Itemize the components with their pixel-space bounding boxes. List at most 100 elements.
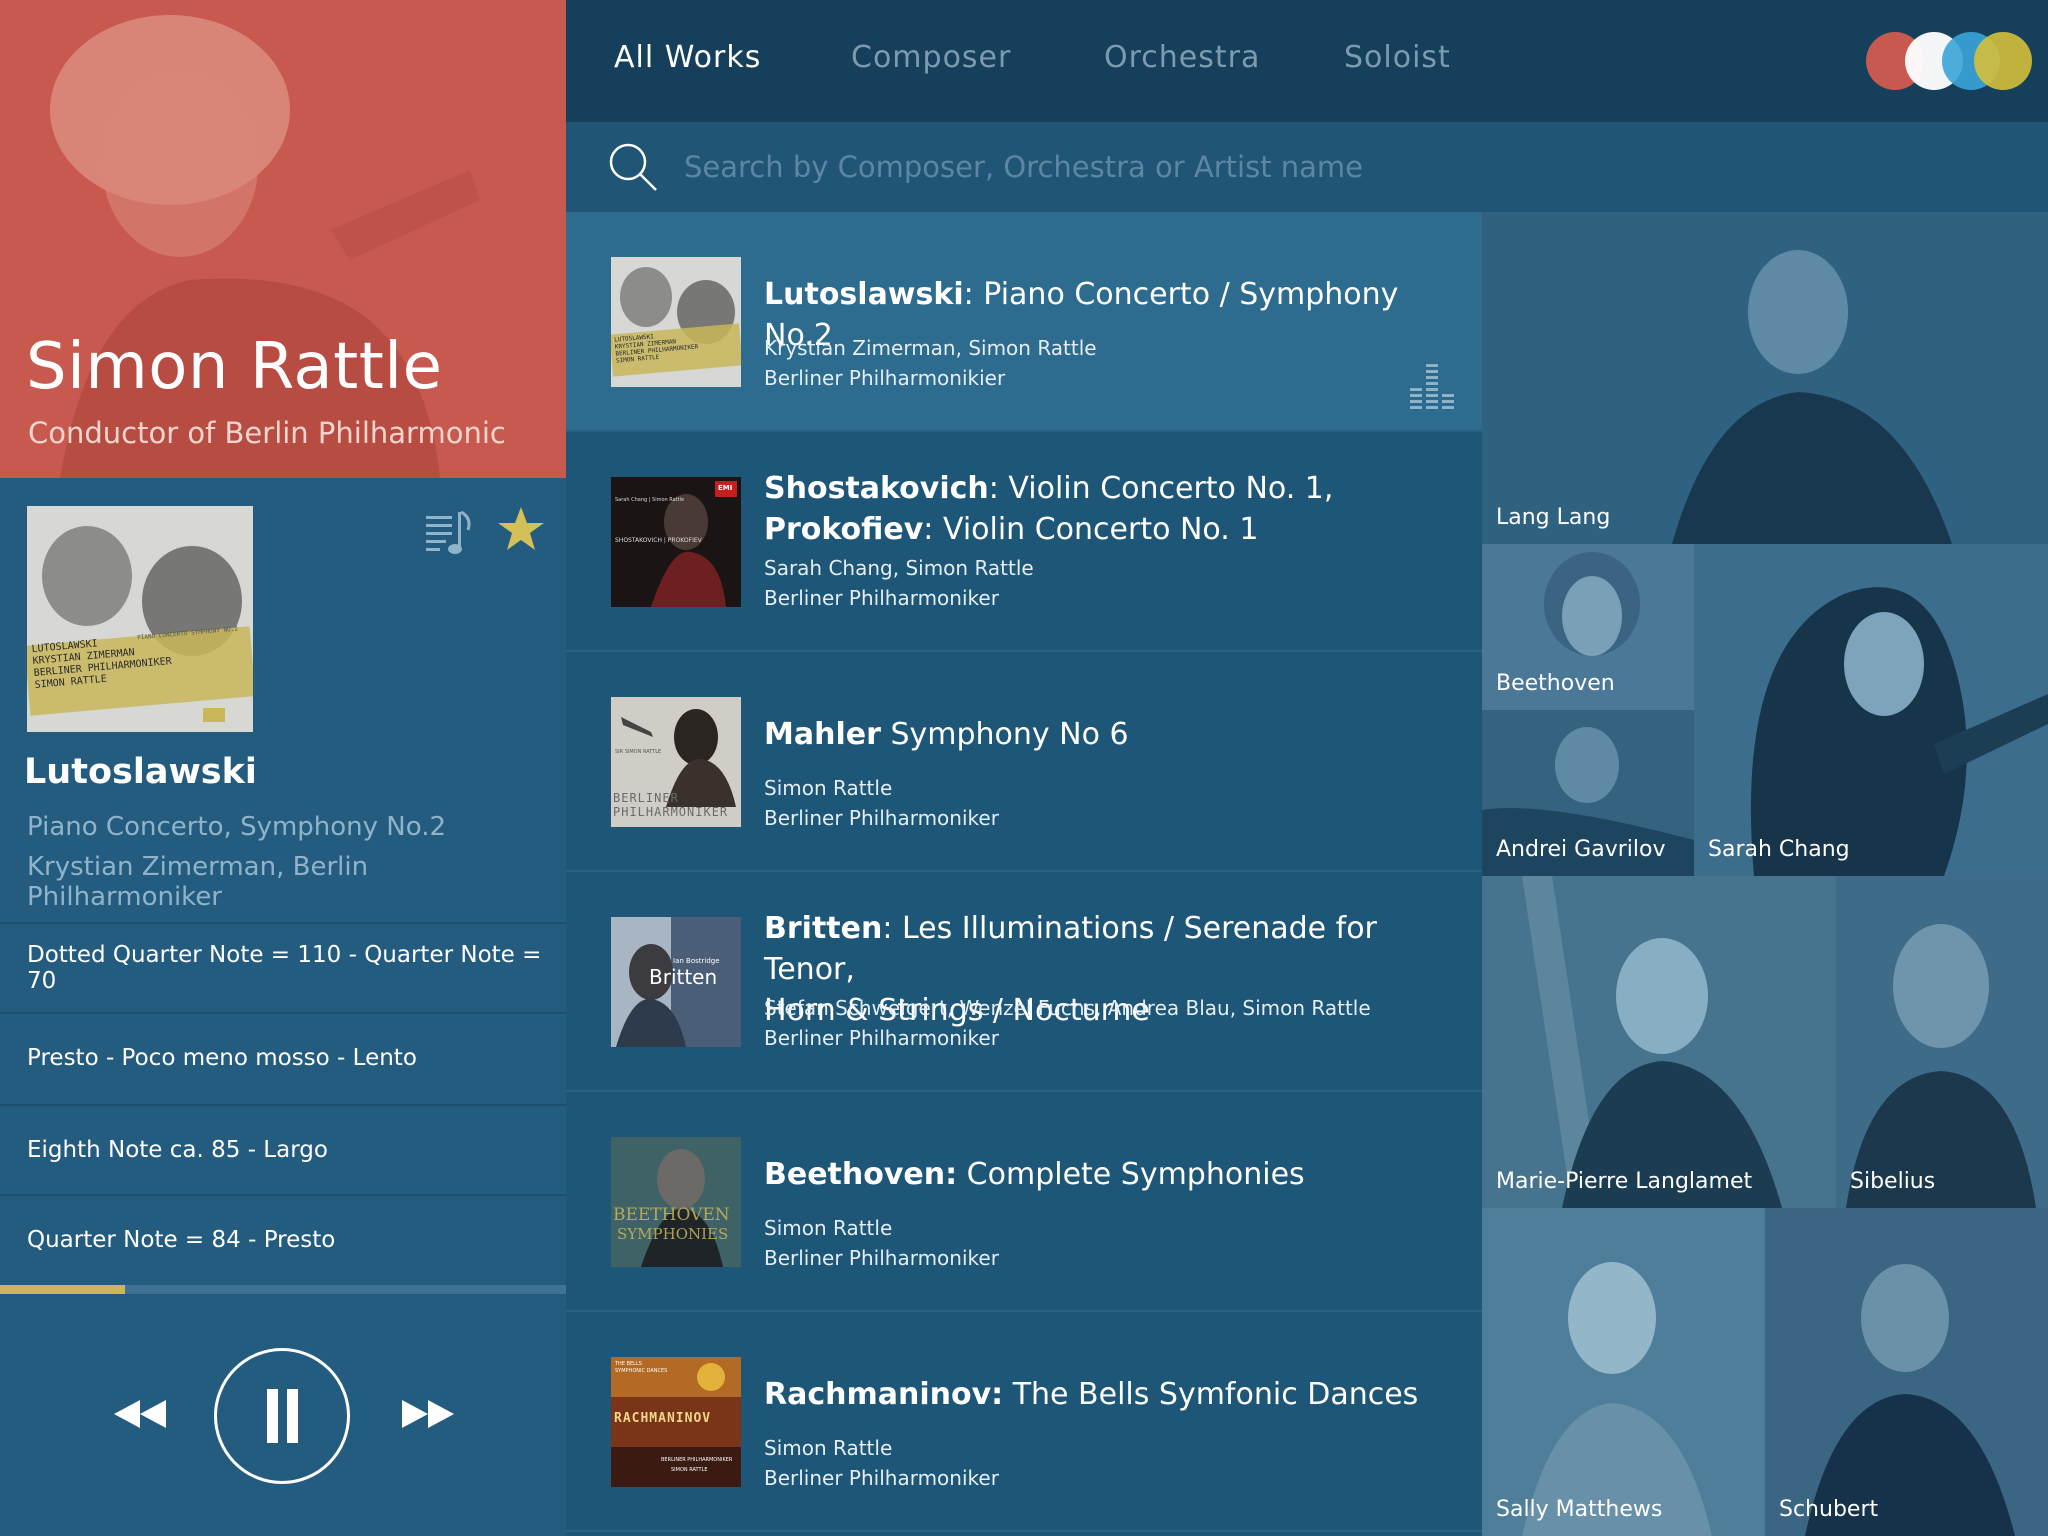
work-performers: Krystian Zimerman, Simon Rattle xyxy=(764,336,1097,360)
artist-photo xyxy=(1836,876,2048,1208)
cover-line: PHILHARMONIKER xyxy=(613,805,729,819)
work-composer: Mahler xyxy=(764,717,881,752)
artist-tile-andrei-gavrilov[interactable]: Andrei Gavrilov xyxy=(1482,710,1694,876)
cover-line: BERLINER PHILHARMONIKER xyxy=(661,1457,733,1463)
album-thumbnail: Sarah Chang | Simon Rattle SHOSTAKOVICH … xyxy=(611,477,741,607)
movement-item[interactable]: Eighth Note ca. 85 - Largo xyxy=(0,1104,566,1194)
artist-hero: Simon Rattle Conductor of Berlin Philhar… xyxy=(0,0,566,478)
cover-line: SYMPHONIES xyxy=(617,1225,729,1243)
playlist-icon[interactable] xyxy=(424,508,474,558)
movement-label: Eighth Note ca. 85 - Largo xyxy=(27,1137,328,1163)
artist-name: Sally Matthews xyxy=(1496,1497,1663,1522)
tab-all-works[interactable]: All Works xyxy=(614,40,761,75)
album-thumbnail: THE BELLS SYMPHONIC DANCES RACHMANINOV B… xyxy=(611,1357,741,1487)
cover-line: Britten xyxy=(649,965,718,989)
album-thumbnail: SIR SIMON RATTLE BERLINER PHILHARMONIKER xyxy=(611,697,741,827)
cover-line: SHOSTAKOVICH | PROKOFIEV xyxy=(615,537,702,544)
favorite-star-icon[interactable] xyxy=(496,504,546,554)
artist-name: Simon Rattle xyxy=(26,330,443,404)
work-sep xyxy=(957,1157,967,1192)
cover-line: Ian Bostridge xyxy=(673,957,720,965)
rewind-button[interactable] xyxy=(110,1392,170,1436)
now-playing-equalizer-icon xyxy=(1410,364,1454,409)
artist-name: Sarah Chang xyxy=(1708,837,1850,862)
work-sep xyxy=(881,717,891,752)
artist-tile-sibelius[interactable]: Sibelius xyxy=(1836,876,2048,1208)
work-composer: Rachmaninov: xyxy=(764,1377,1004,1412)
artist-tile-marie-pierre-langlamet[interactable]: Marie-Pierre Langlamet xyxy=(1482,876,1836,1208)
work-sep xyxy=(1003,1377,1013,1412)
playback-progress-bar[interactable] xyxy=(0,1285,566,1294)
movement-item[interactable]: Presto - Poco meno mosso - Lento xyxy=(0,1012,566,1102)
artist-photo xyxy=(1765,1208,2048,1536)
work-name: Symphony No 6 xyxy=(890,717,1129,752)
progress-fill xyxy=(0,1285,125,1294)
work-sep: : xyxy=(882,911,902,946)
artist-name: Sibelius xyxy=(1850,1169,1936,1194)
album-thumbnail: BEETHOVEN SYMPHONIES xyxy=(611,1137,741,1267)
search-bar xyxy=(566,122,2048,212)
cover-line: BERLINER xyxy=(613,791,679,805)
movement-item[interactable]: Quarter Note = 84 - Presto xyxy=(0,1194,566,1284)
works-list: LUTOSLAWSKI KRYSTIAN ZIMERMAN BERLINER P… xyxy=(566,212,1482,1536)
artist-tile-sarah-chang[interactable]: Sarah Chang xyxy=(1694,544,2048,876)
movement-label: Quarter Note = 84 - Presto xyxy=(27,1227,336,1253)
artist-tile-beethoven[interactable]: Beethoven xyxy=(1482,544,1694,710)
work-performers: Simon Rattle xyxy=(764,1216,893,1240)
work-orchestra: Berliner Philharmoniker xyxy=(764,1026,999,1050)
pause-icon xyxy=(267,1389,298,1443)
work-orchestra: Berliner Philharmonikier xyxy=(764,366,1006,390)
work-performers: Simon Rattle xyxy=(764,776,893,800)
tab-orchestra[interactable]: Orchestra xyxy=(1104,40,1260,75)
work-orchestra: Berliner Philharmoniker xyxy=(764,1246,999,1270)
cover-line: SIR SIMON RATTLE xyxy=(615,749,662,755)
tab-composer[interactable]: Composer xyxy=(851,40,1011,75)
artist-name: Beethoven xyxy=(1496,671,1615,696)
now-playing-panel: Simon Rattle Conductor of Berlin Philhar… xyxy=(0,0,566,1536)
artist-tile-sally-matthews[interactable]: Sally Matthews xyxy=(1482,1208,1765,1536)
work-composer: Shostakovich xyxy=(764,471,989,506)
work-orchestra: Berliner Philharmoniker xyxy=(764,806,999,830)
work-name: Complete Symphonies xyxy=(966,1157,1305,1192)
work-item-mahler[interactable]: SIR SIMON RATTLE BERLINER PHILHARMONIKER… xyxy=(566,652,1482,872)
artist-tile-schubert[interactable]: Schubert xyxy=(1765,1208,2048,1536)
pause-button[interactable] xyxy=(214,1348,350,1484)
artist-photo xyxy=(0,0,566,478)
work-sep-2: : xyxy=(923,512,943,547)
search-input[interactable] xyxy=(684,142,1784,192)
album-thumbnail: Ian Bostridge Britten xyxy=(611,917,741,1047)
app-logo-icon[interactable] xyxy=(1864,30,2034,92)
work-item-beethoven[interactable]: BEETHOVEN SYMPHONIES Beethoven: Complete… xyxy=(566,1092,1482,1312)
artist-tile-lang-lang[interactable]: Lang Lang xyxy=(1482,212,2048,544)
movement-item[interactable]: Dotted Quarter Note = 110 - Quarter Note… xyxy=(0,922,566,1012)
fast-forward-button[interactable] xyxy=(398,1392,458,1436)
work-item-rachmaninov[interactable]: THE BELLS SYMPHONIC DANCES RACHMANINOV B… xyxy=(566,1312,1482,1532)
work-composer: Lutoslawski xyxy=(764,277,964,312)
work-performers: Stefan Schweigert, Wenzel Fuchs, Andrea … xyxy=(764,996,1371,1020)
work-item-shostakovich-prokofiev[interactable]: Sarah Chang | Simon Rattle SHOSTAKOVICH … xyxy=(566,432,1482,652)
work-composer-2: Prokofiev xyxy=(764,512,924,547)
artist-name: Schubert xyxy=(1779,1497,1879,1522)
work-item-lutoslawski[interactable]: LUTOSLAWSKI KRYSTIAN ZIMERMAN BERLINER P… xyxy=(566,212,1482,432)
work-performers: Simon Rattle xyxy=(764,1436,893,1460)
artist-name: Marie-Pierre Langlamet xyxy=(1496,1169,1753,1194)
cover-line: BEETHOVEN xyxy=(613,1205,730,1225)
artist-photo xyxy=(1482,1208,1765,1536)
work-performers: Sarah Chang, Simon Rattle xyxy=(764,556,1034,580)
search-icon[interactable] xyxy=(606,140,660,194)
now-playing-subtitle: Piano Concerto, Symphony No.2 xyxy=(27,812,447,842)
now-playing-title: Lutoslawski xyxy=(24,752,257,792)
work-name: Violin Concerto No. 1, xyxy=(1008,471,1334,506)
work-composer: Britten xyxy=(764,911,883,946)
cover-line: THE BELLS xyxy=(615,1361,642,1367)
artist-photo xyxy=(1482,212,2048,544)
work-title: Shostakovich: Violin Concerto No. 1, Pro… xyxy=(764,468,1454,550)
now-playing-album-art: LUTOSLAWSKI KRYSTIAN ZIMERMAN BERLINER P… xyxy=(27,506,253,732)
work-orchestra: Berliner Philharmoniker xyxy=(764,586,999,610)
cover-line: Sarah Chang | Simon Rattle xyxy=(615,497,685,503)
artist-photo xyxy=(1694,544,2048,876)
work-item-britten[interactable]: Ian Bostridge Britten Britten: Les Illum… xyxy=(566,872,1482,1092)
top-nav-bar: All Works Composer Orchestra Soloist xyxy=(566,0,2048,122)
artist-grid: Lang Lang Beethoven Andrei Gavrilov Sara… xyxy=(1482,212,2048,1536)
tab-soloist[interactable]: Soloist xyxy=(1344,40,1451,75)
